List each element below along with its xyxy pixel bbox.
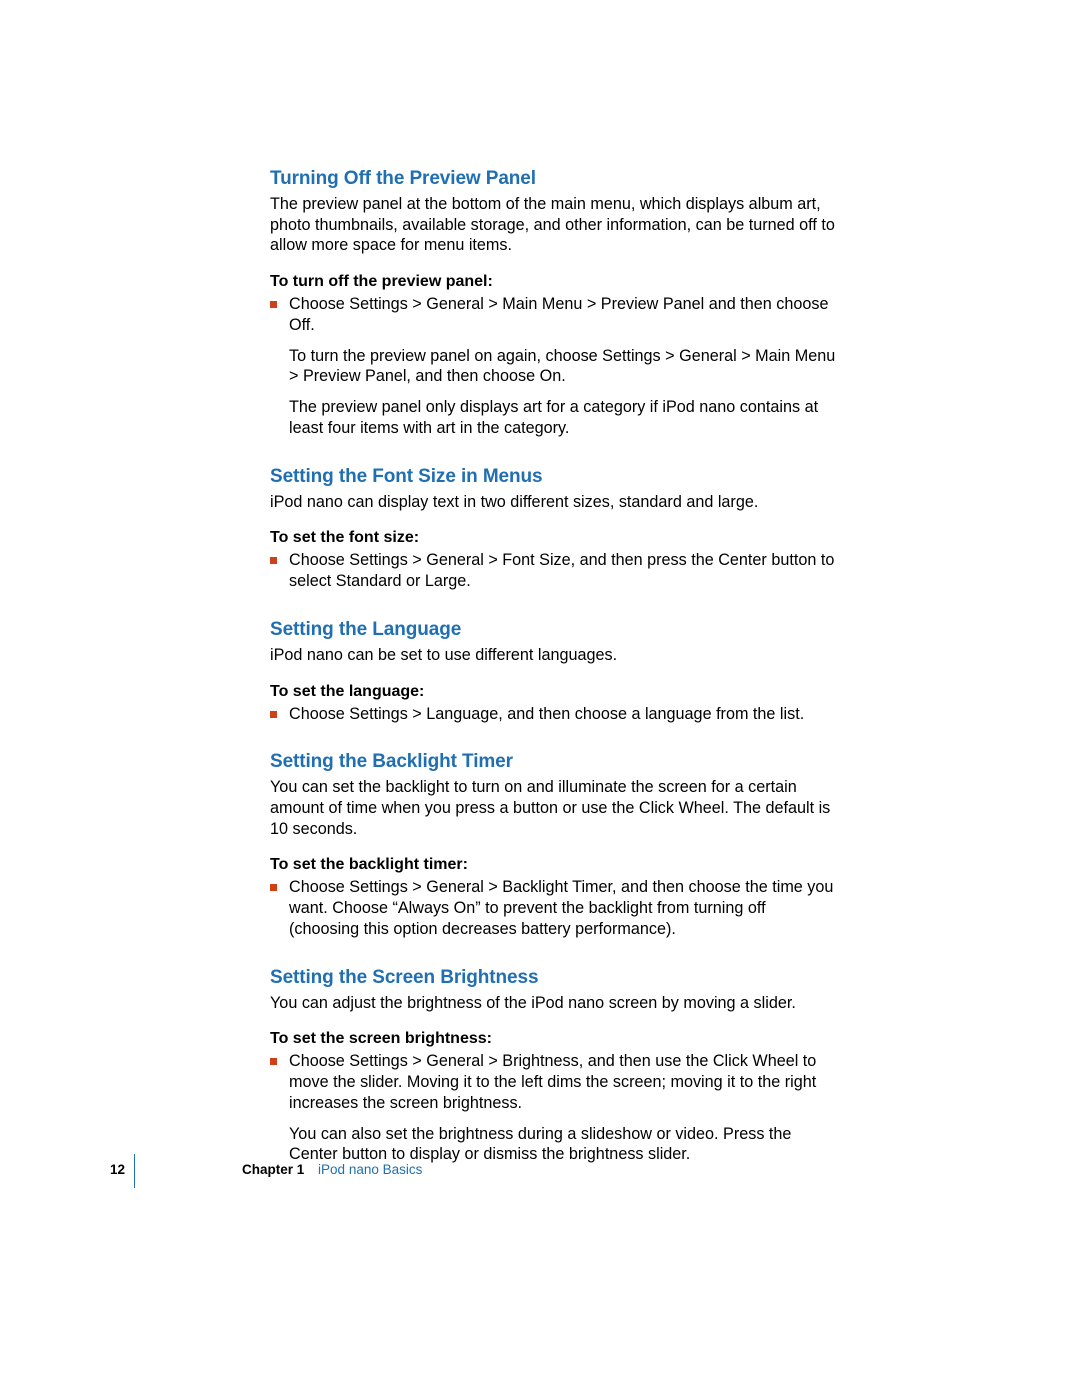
intro-text: You can adjust the brightness of the iPo…: [270, 993, 838, 1014]
follow-text: The preview panel only displays art for …: [270, 397, 838, 438]
bullet-step: Choose Settings > General > Main Menu > …: [270, 294, 838, 335]
page-content: Turning Off the Preview Panel The previe…: [270, 168, 838, 1165]
bullet-icon: [270, 884, 277, 891]
chapter-label: Chapter 1: [242, 1162, 304, 1177]
page-footer: 12 Chapter 1 iPod nano Basics: [110, 1162, 850, 1202]
lead-text: To set the screen brightness:: [270, 1030, 838, 1048]
heading-backlight: Setting the Backlight Timer: [270, 751, 838, 773]
intro-text: You can set the backlight to turn on and…: [270, 777, 838, 839]
lead-text: To set the font size:: [270, 529, 838, 547]
bullet-icon: [270, 301, 277, 308]
intro-text: iPod nano can be set to use different la…: [270, 645, 838, 666]
lead-text: To set the backlight timer:: [270, 856, 838, 874]
step-text: Choose Settings > General > Backlight Ti…: [289, 877, 838, 939]
step-text: Choose Settings > General > Main Menu > …: [289, 294, 838, 335]
follow-text: To turn the preview panel on again, choo…: [270, 346, 838, 387]
chapter-info: Chapter 1 iPod nano Basics: [242, 1162, 422, 1177]
heading-language: Setting the Language: [270, 619, 838, 641]
heading-brightness: Setting the Screen Brightness: [270, 967, 838, 989]
chapter-title: iPod nano Basics: [318, 1162, 422, 1177]
lead-text: To turn off the preview panel:: [270, 273, 838, 291]
step-text: Choose Settings > Language, and then cho…: [289, 704, 838, 725]
lead-text: To set the language:: [270, 683, 838, 701]
intro-text: The preview panel at the bottom of the m…: [270, 194, 838, 256]
step-text: Choose Settings > General > Brightness, …: [289, 1051, 838, 1113]
bullet-icon: [270, 1058, 277, 1065]
bullet-icon: [270, 711, 277, 718]
step-text: Choose Settings > General > Font Size, a…: [289, 550, 838, 591]
bullet-step: Choose Settings > General > Font Size, a…: [270, 550, 838, 591]
intro-text: iPod nano can display text in two differ…: [270, 492, 838, 513]
bullet-step: Choose Settings > General > Brightness, …: [270, 1051, 838, 1113]
heading-font-size: Setting the Font Size in Menus: [270, 466, 838, 488]
footer-divider: [134, 1154, 135, 1188]
heading-preview-panel: Turning Off the Preview Panel: [270, 168, 838, 190]
bullet-step: Choose Settings > Language, and then cho…: [270, 704, 838, 725]
bullet-step: Choose Settings > General > Backlight Ti…: [270, 877, 838, 939]
page-number: 12: [110, 1162, 125, 1177]
bullet-icon: [270, 557, 277, 564]
follow-text: You can also set the brightness during a…: [270, 1124, 838, 1165]
